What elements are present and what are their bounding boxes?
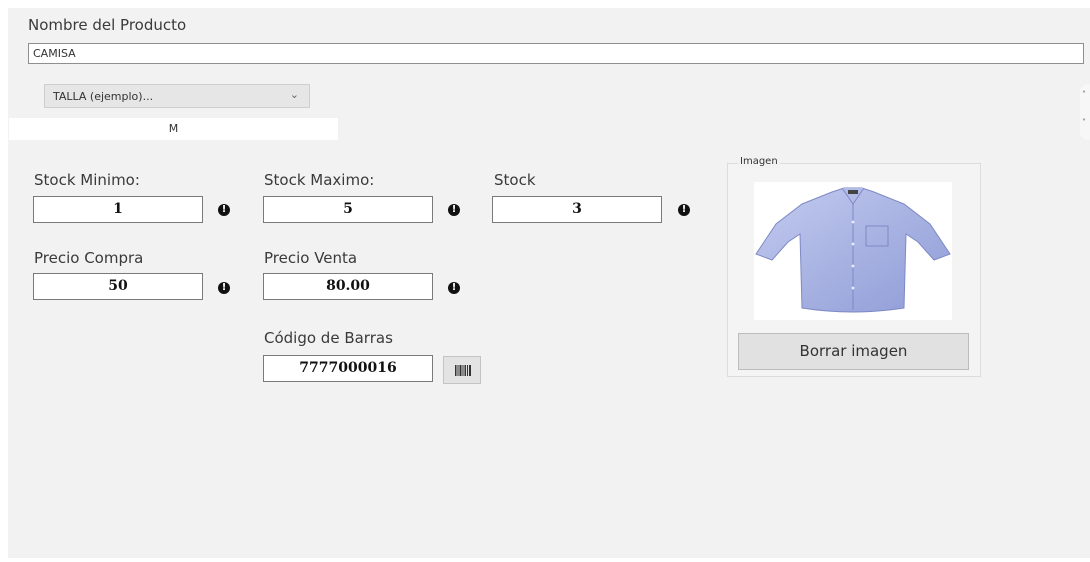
stock-min-input[interactable]: 1	[33, 196, 203, 223]
shirt-image	[755, 187, 951, 313]
scroll-arrows[interactable]: ˄ ˅	[1080, 84, 1090, 140]
chevron-down-icon: ⌄	[289, 88, 299, 101]
product-image[interactable]	[754, 182, 952, 320]
size-value-field[interactable]: M	[9, 118, 338, 140]
size-select-value: TALLA (ejemplo)...	[53, 90, 154, 103]
buy-price-label: Precio Compra	[34, 249, 144, 267]
exclamation-circle-icon: !	[218, 204, 230, 216]
stock-max-label: Stock Maximo:	[264, 171, 375, 189]
clear-image-button[interactable]: Borrar imagen	[738, 333, 969, 370]
stock-min-label: Stock Minimo:	[34, 171, 140, 189]
exclamation-circle-icon: !	[678, 204, 690, 216]
buy-price-input[interactable]: 50	[33, 273, 203, 300]
arrow-up-icon[interactable]: ˄	[1082, 90, 1086, 99]
product-name-input[interactable]: CAMISA	[28, 43, 1084, 64]
stock-input[interactable]: 3	[492, 196, 662, 223]
stock-label: Stock	[494, 171, 536, 189]
exclamation-circle-icon: !	[218, 282, 230, 294]
barcode-label: Código de Barras	[264, 329, 393, 347]
sell-price-input[interactable]: 80.00	[263, 273, 433, 300]
image-group-legend: Imagen	[738, 156, 780, 168]
arrow-down-icon[interactable]: ˅	[1082, 118, 1086, 127]
size-select[interactable]: TALLA (ejemplo)... ⌄	[44, 84, 310, 108]
exclamation-circle-icon: !	[448, 282, 460, 294]
barcode-input[interactable]: 7777000016	[263, 355, 433, 382]
exclamation-circle-icon: !	[448, 204, 460, 216]
sell-price-label: Precio Venta	[264, 249, 358, 267]
stock-max-input[interactable]: 5	[263, 196, 433, 223]
generate-barcode-button[interactable]	[443, 356, 481, 384]
barcode-icon	[455, 365, 471, 376]
product-name-label: Nombre del Producto	[28, 16, 187, 34]
